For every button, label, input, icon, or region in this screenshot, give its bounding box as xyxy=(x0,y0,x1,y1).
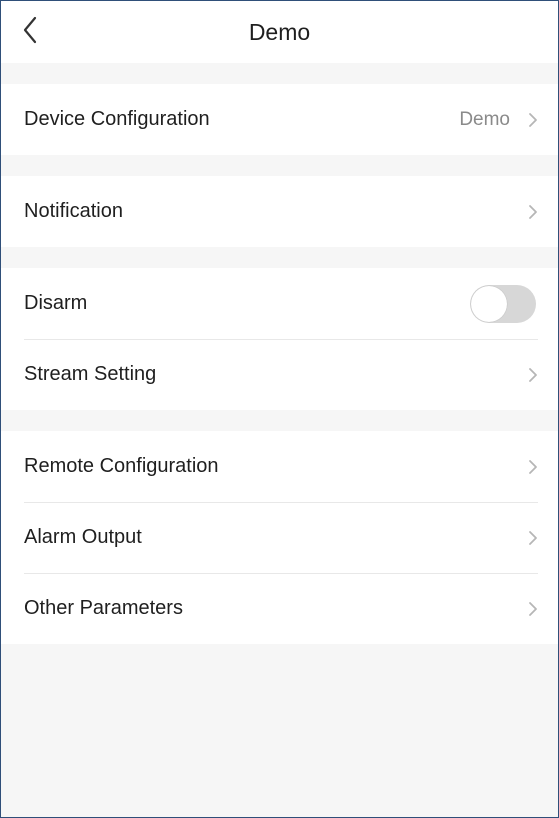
remote-configuration-row[interactable]: Remote Configuration xyxy=(1,431,558,502)
device-configuration-label: Device Configuration xyxy=(24,108,210,130)
top-navigation-bar: Demo xyxy=(1,1,558,63)
notification-label: Notification xyxy=(24,200,123,222)
back-button[interactable] xyxy=(11,11,49,49)
stream-setting-row[interactable]: Stream Setting xyxy=(1,339,558,410)
other-parameters-label: Other Parameters xyxy=(24,597,183,619)
page-title: Demo xyxy=(248,18,311,45)
chevron-right-icon xyxy=(528,459,538,475)
stream-setting-label: Stream Setting xyxy=(24,363,157,385)
remote-configuration-label: Remote Configuration xyxy=(24,455,219,477)
disarm-toggle[interactable] xyxy=(470,284,536,323)
other-parameters-row[interactable]: Other Parameters xyxy=(1,573,558,644)
disarm-row[interactable]: Disarm xyxy=(1,268,558,339)
disarm-label: Disarm xyxy=(24,292,88,314)
chevron-right-icon xyxy=(528,601,538,617)
security-section: Disarm Stream Setting xyxy=(1,268,558,410)
chevron-left-icon xyxy=(23,16,37,44)
advanced-section: Remote Configuration Alarm Output Other … xyxy=(1,431,558,644)
app-frame: Demo Device Configuration Demo Notificat… xyxy=(0,0,559,818)
toggle-knob xyxy=(471,285,507,322)
notification-row[interactable]: Notification xyxy=(1,176,558,247)
notification-section: Notification xyxy=(1,176,558,247)
chevron-right-icon xyxy=(528,204,538,220)
chevron-right-icon xyxy=(528,367,538,383)
chevron-right-icon xyxy=(528,530,538,546)
alarm-output-row[interactable]: Alarm Output xyxy=(1,502,558,573)
alarm-output-label: Alarm Output xyxy=(24,526,142,548)
chevron-right-icon xyxy=(528,112,538,128)
device-section: Device Configuration Demo xyxy=(1,84,558,155)
device-configuration-value: Demo xyxy=(459,108,510,130)
device-configuration-row[interactable]: Device Configuration Demo xyxy=(1,84,558,155)
